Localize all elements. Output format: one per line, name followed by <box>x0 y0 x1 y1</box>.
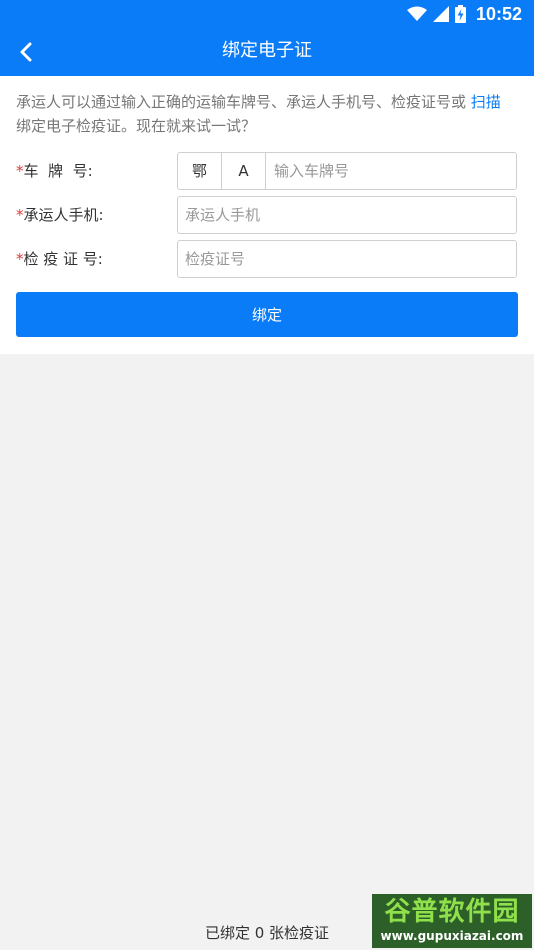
battery-charging-icon <box>454 5 466 23</box>
watermark-title: 谷普软件园 <box>384 897 520 927</box>
cert-number-input[interactable] <box>177 240 517 278</box>
plate-letter-select[interactable]: A <box>222 153 266 189</box>
cert-label-text: 检 疫 证 号: <box>23 250 103 268</box>
required-mark: * <box>16 250 24 268</box>
bind-form-panel: 承运人可以通过输入正确的运输车牌号、承运人手机号、检疫证号或 扫描 绑定电子检疫… <box>0 76 534 354</box>
phone-row: *承运人手机: <box>16 196 518 234</box>
app-bar: 绑定电子证 <box>0 28 534 76</box>
plate-row: *车 牌 号: 鄂 A <box>16 152 518 190</box>
status-icons: 10:52 <box>406 3 522 25</box>
bind-button[interactable]: 绑定 <box>16 292 518 337</box>
watermark-url: www.gupuxiazai.com <box>380 929 524 943</box>
cert-label: *检 疫 证 号: <box>16 240 103 278</box>
scan-link[interactable]: 扫描 <box>471 93 501 111</box>
watermark-logo: 谷普软件园 www.gupuxiazai.com <box>372 894 532 948</box>
wifi-icon <box>406 6 427 21</box>
status-time: 10:52 <box>475 3 522 24</box>
status-bar: 10:52 <box>0 0 534 28</box>
plate-label-text: 车 牌 号: <box>23 162 93 180</box>
plate-input-group: 鄂 A <box>177 152 517 190</box>
required-mark: * <box>16 206 24 224</box>
plate-number-input[interactable] <box>266 153 516 189</box>
cert-row: *检 疫 证 号: <box>16 240 518 278</box>
page-title: 绑定电子证 <box>222 40 312 61</box>
required-mark: * <box>16 162 24 180</box>
phone-label-text: 承运人手机: <box>23 206 104 224</box>
intro-text-before: 承运人可以通过输入正确的运输车牌号、承运人手机号、检疫证号或 <box>16 93 471 111</box>
intro-text: 承运人可以通过输入正确的运输车牌号、承运人手机号、检疫证号或 扫描 绑定电子检疫… <box>16 90 520 138</box>
intro-text-after: 绑定电子检疫证。现在就来试一试？ <box>16 117 257 135</box>
phone-label: *承运人手机: <box>16 196 104 234</box>
phone-input[interactable] <box>177 196 517 234</box>
plate-province-select[interactable]: 鄂 <box>178 153 222 189</box>
plate-label: *车 牌 号: <box>16 152 93 190</box>
signal-icon <box>432 6 449 22</box>
